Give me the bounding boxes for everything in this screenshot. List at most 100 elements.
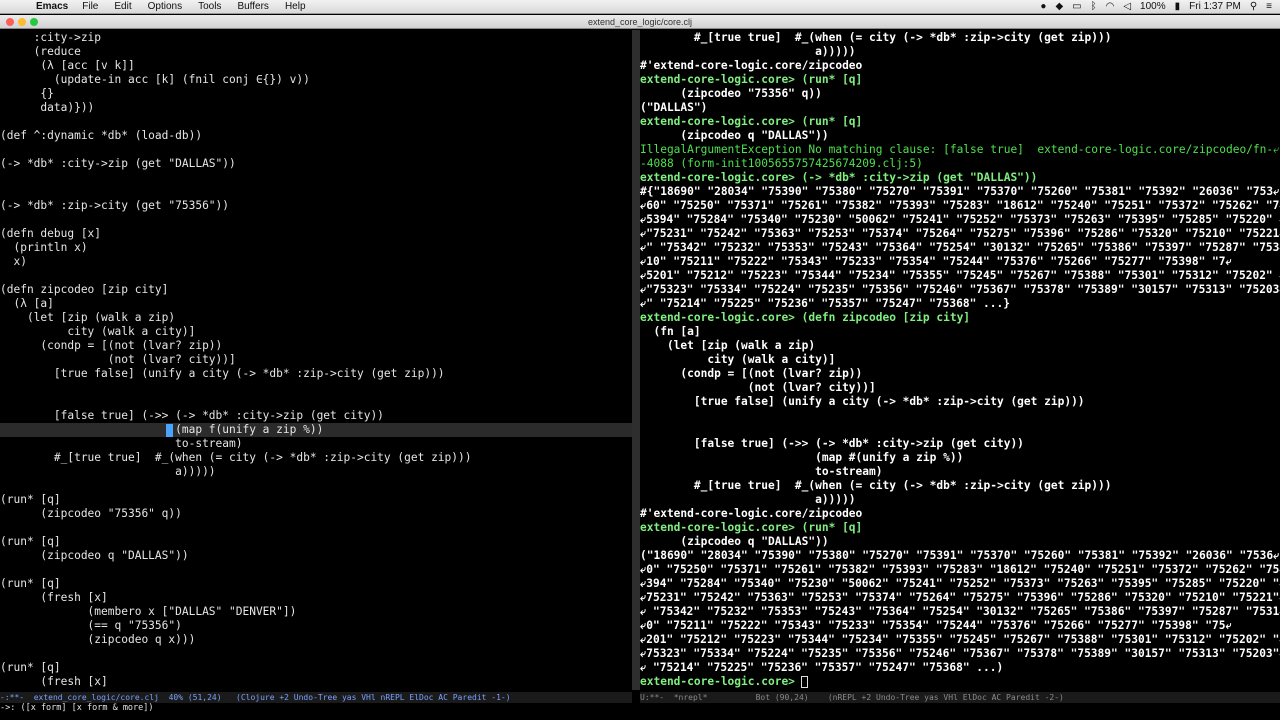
code-line: (fn [a] [640,325,701,338]
search-icon[interactable]: ⚲ [1250,1,1257,12]
repl-pane[interactable]: #_[true true] #_(when (= city (-> *db* :… [640,30,1280,690]
code-line: (condp = [(not (lvar? zip)) [640,367,863,380]
menu-edit[interactable]: Edit [114,1,131,12]
window-title: extend_core_logic/core.clj [587,17,693,27]
code-line: ⤶201" "75212" "75223" "75344" "75234" "7… [640,633,1280,646]
code-line: extend-core-logic.core> (run* [q] [640,521,863,534]
code-line: ⤶60" "75250" "75371" "75261" "75382" "75… [640,199,1280,212]
code-line: extend-core-logic.core> (-> *db* :city->… [640,171,1038,184]
menu-buffers[interactable]: Buffers [237,1,269,12]
code-line: ⤶0" "75250" "75371" "75261" "75382" "753… [640,563,1280,576]
code-line: [true false] (unify a city (-> *db* :zip… [0,367,445,380]
display-icon[interactable]: ▭ [1072,1,1081,12]
code-line: {} [0,87,54,100]
code-line: (== q "75356") [0,619,182,632]
code-line: ⤶0" "75211" "75222" "75343" "75233" "753… [640,619,1232,632]
menu-tools[interactable]: Tools [198,1,221,12]
code-line: ("18690" "28034" "75390" "75380" "75270"… [640,549,1280,562]
battery-icon: ▮ [1174,1,1181,12]
code-line: (not (lvar? city))] [0,353,236,366]
code-line: #'extend-core-logic.core/zipcodeo [640,507,863,520]
code-line: city (walk a city)] [0,325,196,338]
code-line: (run* [q] [0,493,61,506]
code-line: (let [zip (walk a zip) [640,339,816,352]
code-line: (condp = [(not (lvar? zip)) [0,339,223,352]
code-line: (zipcodeo q "DALLAS")) [640,535,829,548]
minimize-window-button[interactable] [18,18,26,26]
code-line: (def ^:dynamic *db* (load-db)) [0,129,203,142]
code-line: extend-core-logic.core> [640,675,802,688]
menu-help[interactable]: Help [285,1,306,12]
code-line: extend-core-logic.core> (defn zipcodeo [… [640,311,971,324]
code-line: ⤶"75323" "75334" "75224" "75235" "75356"… [640,283,1280,296]
code-line: ("DALLAS") [640,101,708,114]
window-titlebar: extend_core_logic/core.clj [0,15,1280,29]
code-line: (not (lvar? city))] [640,381,876,394]
code-line: -4088 (form-init1005655757425674209.clj:… [640,157,923,170]
clock[interactable]: Fri 1:37 PM [1189,1,1241,12]
code-line: #_[true true] #_(when (= city (-> *db* :… [640,31,1112,44]
minibuffer-echo-area[interactable]: ->: ([x form] [x form & more]) [0,703,1280,720]
code-line: ⤶" "75214" "75225" "75236" "75357" "7524… [640,297,1010,310]
status-area: ● ◆ ▭ ᛒ ◠ ◁ 100% ▮ Fri 1:37 PM ⚲ ≡ [1031,1,1272,12]
menu-options[interactable]: Options [148,1,182,12]
record-icon[interactable]: ● [1040,1,1046,12]
code-line: (reduce [0,45,81,58]
code-line: ⤶75231" "75242" "75363" "75253" "75374" … [640,591,1280,604]
code-line: ⤶5394" "75284" "75340" "75230" "50062" "… [640,213,1280,226]
code-line: (zipcodeo "75356" q)) [0,507,182,520]
zoom-window-button[interactable] [30,18,38,26]
code-line: data)})) [0,101,95,114]
code-line: (map #(unify a zip %)) [640,451,964,464]
code-line: (defn zipcodeo [zip city] [0,283,169,296]
code-line: (zipcodeo q "DALLAS")) [640,129,829,142]
text-cursor [166,424,173,437]
repl-cursor [801,676,808,688]
mode-line-left: -:**- extend_core_logic/core.clj 40% (51… [0,692,632,703]
volume-icon[interactable]: ◁ [1123,1,1131,12]
code-line: (zipcodeo "75356" q)) [640,87,822,100]
code-line: ⤶10" "75211" "75222" "75343" "75233" "75… [640,255,1232,268]
code-line: [true false] (unify a city (-> *db* :zip… [640,395,1085,408]
mode-line-right: U:**- *nrepl* Bot (90,24) (nREPL +2 Undo… [640,692,1280,703]
code-line: ⤶394" "75284" "75340" "75230" "50062" "7… [640,577,1280,590]
bluetooth-icon[interactable]: ᛒ [1091,1,1097,12]
code-line: IllegalArgumentException No matching cla… [640,143,1280,156]
code-line: city (walk a city)] [640,353,836,366]
code-line: (λ [a] [0,297,54,310]
window-divider[interactable] [632,30,640,690]
battery-percent[interactable]: 100% [1140,1,1166,12]
editor-pane-core-clj[interactable]: :city->zip (reduce (λ [acc [v k]] (updat… [0,30,632,690]
code-line: (membero x ["DALLAS" "DENVER"]) [0,605,297,618]
close-window-button[interactable] [6,18,14,26]
code-line: (zipcodeo q x))) [0,633,196,646]
code-line: (-> *db* :zip->city (get "75356")) [0,199,230,212]
code-line: extend-core-logic.core> (run* [q] [640,115,863,128]
menu-emacs[interactable]: Emacs [36,1,68,12]
code-line: [false true] (->> (-> *db* :city->zip (g… [640,437,1024,450]
code-line: a))))) [640,45,856,58]
code-line: ⤶"75231" "75242" "75363" "75253" "75374"… [640,227,1280,240]
code-line: ⤶ "75342" "75232" "75353" "75243" "75364… [640,605,1280,618]
code-line: #_[true true] #_(when (= city (-> *db* :… [0,451,472,464]
dropbox-icon[interactable]: ◆ [1055,1,1063,12]
code-line: x) [0,255,27,268]
code-line: (run* [q] [0,661,61,674]
code-line: #'extend-core-logic.core/zipcodeo [640,59,863,72]
code-line: :city->zip [0,31,102,44]
app-menus: Emacs File Edit Options Tools Buffers He… [36,1,322,12]
code-line: (run* [q] [0,577,61,590]
code-line: (run* [q] [0,535,61,548]
mac-menu-bar: Emacs File Edit Options Tools Buffers He… [0,0,1280,14]
code-line: a))))) [0,465,216,478]
list-icon[interactable]: ≡ [1266,1,1272,12]
menu-file[interactable]: File [82,1,98,12]
code-line: (fresh [x] [0,591,108,604]
wifi-icon[interactable]: ◠ [1106,1,1115,12]
code-line: #{"18690" "28034" "75390" "75380" "75270… [640,185,1280,198]
code-line: (zipcodeo q "DALLAS")) [0,549,189,562]
code-line: ⤶" "75342" "75232" "75353" "75243" "7536… [640,241,1280,254]
code-line: (fresh [x] [0,675,108,688]
code-line: ⤶5201" "75212" "75223" "75344" "75234" "… [640,269,1280,282]
code-line: (update-in acc [k] (fnil conj ∈{}) v)) [0,73,310,86]
